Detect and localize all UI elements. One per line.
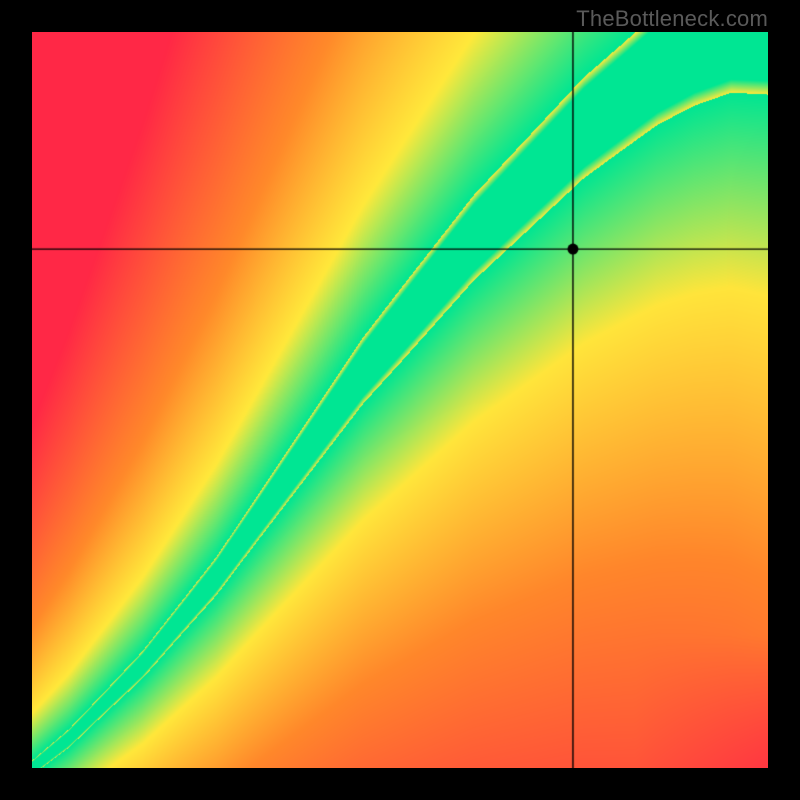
watermark-text: TheBottleneck.com [576, 6, 768, 32]
bottleneck-heatmap [32, 32, 768, 768]
chart-frame: TheBottleneck.com [0, 0, 800, 800]
